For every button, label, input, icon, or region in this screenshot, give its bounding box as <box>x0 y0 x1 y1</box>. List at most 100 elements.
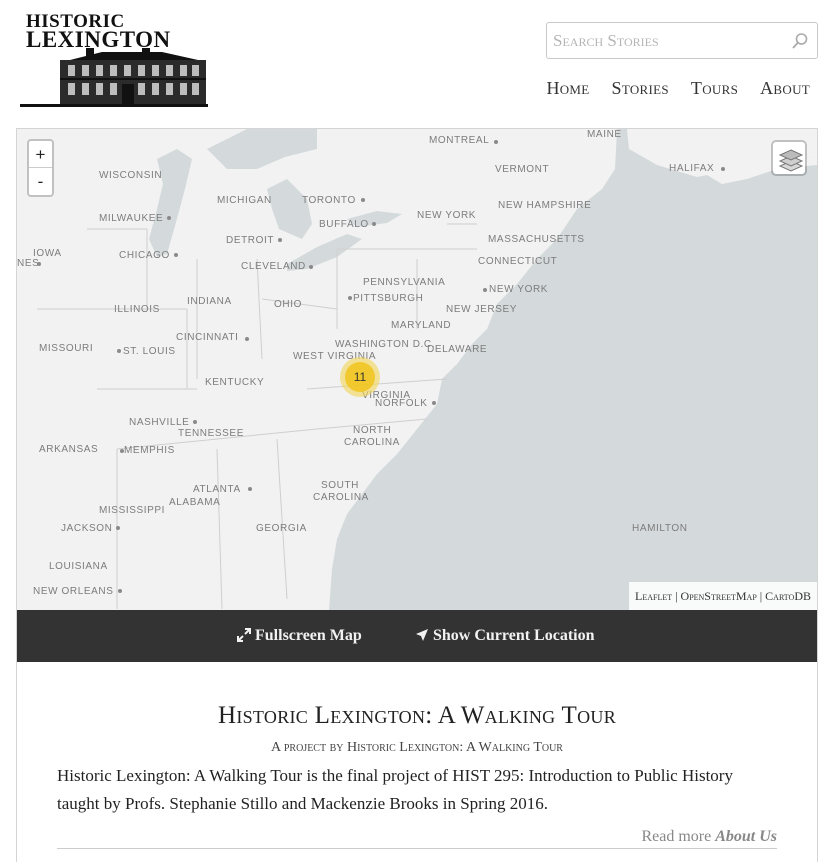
city-dot <box>309 265 313 269</box>
attribution-leaflet-link[interactable]: Leaflet <box>635 589 672 603</box>
map-label: Alabama <box>169 497 221 508</box>
zoom-out-button[interactable]: - <box>29 168 52 195</box>
map-label: Detroit <box>226 235 275 246</box>
attribution-separator: | <box>675 589 678 603</box>
map-label: Hamilton <box>632 523 688 534</box>
map-label: New Jersey <box>446 304 518 315</box>
city-dot <box>193 420 197 424</box>
map-label: Michigan <box>217 195 272 206</box>
map-label: New Orleans <box>33 586 114 597</box>
fullscreen-map-button[interactable]: Fullscreen Map <box>237 610 362 662</box>
zoom-in-button[interactable]: + <box>29 141 52 168</box>
map-label: South <box>321 480 359 491</box>
city-dot <box>167 216 171 220</box>
project-title: Historic Lexington: A Walking Tour <box>217 702 617 729</box>
map-label: Kentucky <box>205 377 265 388</box>
city-dot <box>117 349 121 353</box>
map-label: New York <box>489 284 549 295</box>
map-label: Mississippi <box>99 505 166 516</box>
city-dot <box>372 222 376 226</box>
site-logo[interactable]: HISTORIC LEXINGTON <box>20 10 208 112</box>
nav-stories[interactable]: Stories <box>612 78 669 99</box>
city-dot <box>361 198 365 202</box>
city-dot <box>118 589 122 593</box>
attribution-carto-link[interactable]: CartoDB <box>765 589 811 603</box>
search-box <box>546 22 818 59</box>
map-label: Toronto <box>302 195 356 206</box>
map-label: Chicago <box>119 250 170 261</box>
layers-icon <box>778 149 804 172</box>
map-label: Memphis <box>124 445 175 456</box>
map-label: Vermont <box>495 164 550 175</box>
map-label: Pennsylvania <box>363 277 446 288</box>
map-label: Missouri <box>39 343 94 354</box>
map-label: Ohio <box>274 299 302 310</box>
map-label: Carolina <box>344 437 400 448</box>
building-illustration <box>20 48 208 107</box>
project-description: Historic Lexington: A Walking Tour is th… <box>57 766 733 813</box>
city-dot <box>348 296 352 300</box>
map-label: Jackson <box>61 523 113 534</box>
expand-icon <box>237 628 251 642</box>
cluster-count: 11 <box>345 362 375 392</box>
map-label: Cincinnati <box>176 332 239 343</box>
map-label: Louisiana <box>49 561 108 572</box>
city-dot <box>494 140 498 144</box>
nav-tours[interactable]: Tours <box>691 78 738 99</box>
city-dot <box>245 337 249 341</box>
nav-home[interactable]: Home <box>546 78 589 99</box>
map-label: Illinois <box>114 304 160 315</box>
show-location-label: Show Current Location <box>433 627 595 644</box>
zoom-control: + - <box>27 139 54 197</box>
search-icon[interactable] <box>791 32 809 50</box>
read-more: Read more About Us <box>641 828 777 846</box>
city-dot <box>248 487 252 491</box>
map-label: Buffalo <box>319 219 369 230</box>
map-label: Montreal <box>429 135 490 146</box>
map-panel: Maine Montreal Vermont Halifax Wisconsin… <box>16 128 818 662</box>
map-label: Cleveland <box>241 261 306 272</box>
map-label: Wisconsin <box>99 170 163 181</box>
map-label: Halifax <box>669 163 715 174</box>
map-label: Tennessee <box>178 428 244 439</box>
about-us-link[interactable]: About Us <box>715 828 777 845</box>
map-label: Carolina <box>313 492 369 503</box>
map-toolbar: Fullscreen Map Show Current Location <box>17 610 817 662</box>
nav-about[interactable]: About <box>760 78 810 99</box>
map-label: Arkansas <box>39 444 99 455</box>
map-label: Maryland <box>391 320 452 331</box>
marker-cluster[interactable]: 11 <box>340 357 380 397</box>
map-attribution: Leaflet | OpenStreetMap | CartoDB <box>629 582 817 610</box>
map-basemap <box>17 129 817 610</box>
divider <box>57 848 777 849</box>
map-label: Milwaukee <box>99 213 164 224</box>
location-arrow-icon <box>416 629 428 641</box>
map-label: Washington D.C. <box>335 339 436 350</box>
main-nav: Home Stories Tours About <box>546 78 810 99</box>
map-label: Connecticut <box>478 256 558 267</box>
project-byline: A project by Historic Lexington: A Walki… <box>271 740 563 755</box>
city-dot <box>432 401 436 405</box>
show-location-button[interactable]: Show Current Location <box>415 610 595 662</box>
map-label: Pittsburgh <box>353 293 424 304</box>
map-label: Massachusetts <box>488 234 585 245</box>
search-input[interactable] <box>547 23 787 58</box>
map-label: Maine <box>587 129 622 140</box>
map-label: St. Louis <box>123 346 176 357</box>
city-dot <box>483 288 487 292</box>
map-label: Nashville <box>129 417 190 428</box>
fullscreen-label: Fullscreen Map <box>255 627 362 644</box>
site-header: HISTORIC LEXINGTON Search Stories Home S… <box>0 0 838 128</box>
map-label: Norfolk <box>375 398 428 409</box>
map-label: Indiana <box>187 296 232 307</box>
map-label: nes <box>17 258 40 269</box>
attribution-osm-link[interactable]: OpenStreetMap <box>681 589 757 603</box>
map-label: New Hampshire <box>498 200 592 211</box>
attribution-separator: | <box>759 589 763 603</box>
city-dot <box>278 238 282 242</box>
read-more-label: Read more <box>641 828 712 845</box>
layers-button[interactable] <box>771 140 807 176</box>
map[interactable]: Maine Montreal Vermont Halifax Wisconsin… <box>17 129 817 610</box>
city-dot <box>721 167 725 171</box>
map-label: North <box>353 425 392 436</box>
